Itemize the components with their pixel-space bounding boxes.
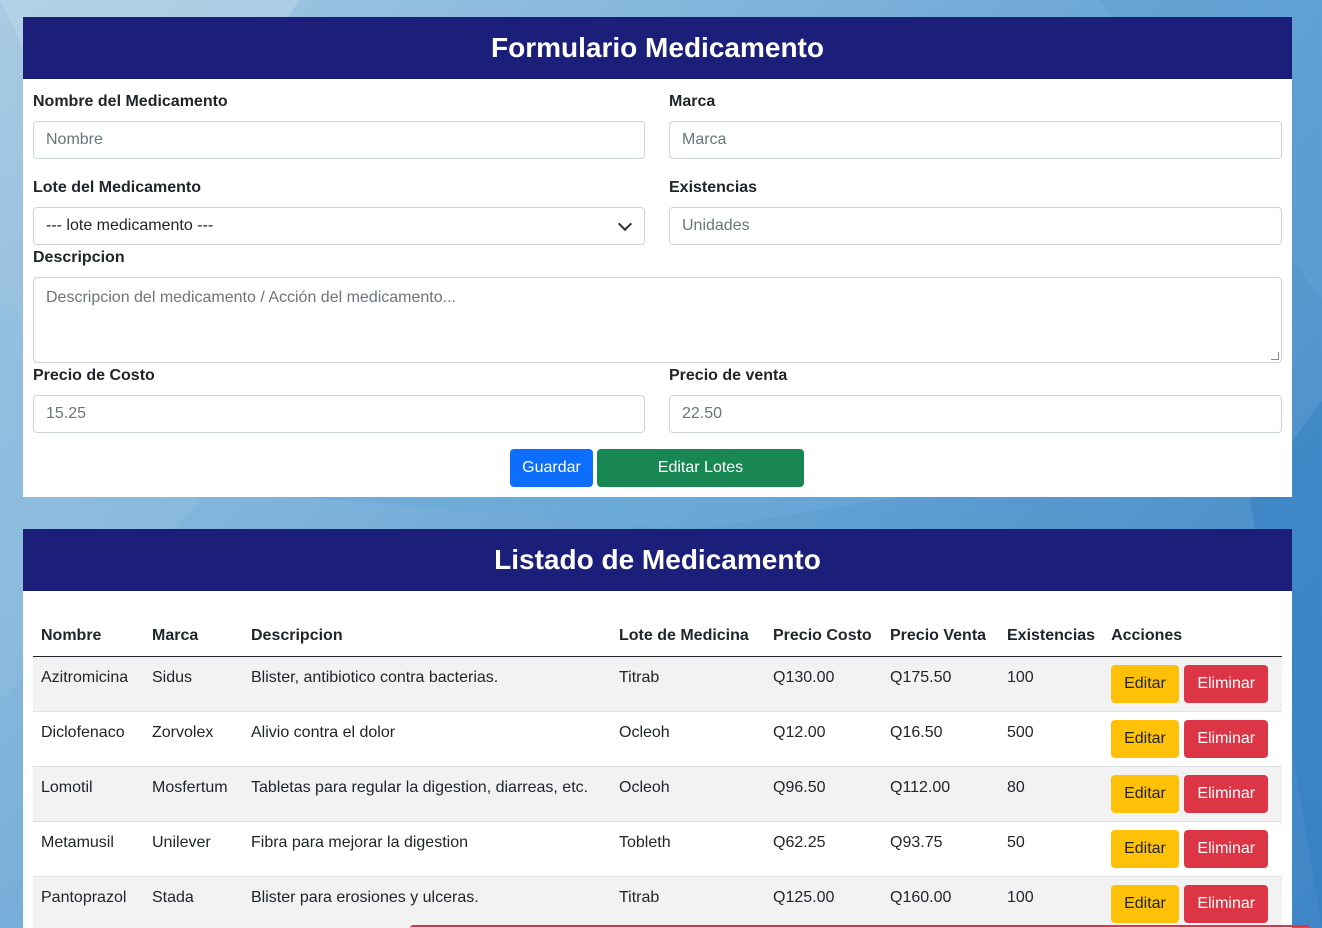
cell-existencias: 500 <box>999 711 1104 767</box>
delete-button[interactable]: Eliminar <box>1184 829 1269 868</box>
nombre-label: Nombre del Medicamento <box>33 93 228 110</box>
cell-nombre: Metamusil <box>33 821 144 877</box>
cell-nombre: Pantoprazol <box>33 876 144 928</box>
cell-descripcion: Blister, antibiotico contra bacterias. <box>243 656 611 712</box>
resize-handle-icon[interactable] <box>1271 352 1279 360</box>
cell-venta: Q175.50 <box>882 656 999 712</box>
column-header: Marca <box>144 617 243 657</box>
cell-venta: Q93.75 <box>882 821 999 877</box>
delete-button[interactable]: Eliminar <box>1184 664 1269 703</box>
table-row: Azitromicina Sidus Blister, antibiotico … <box>33 656 1282 712</box>
save-button[interactable]: Guardar <box>510 449 593 487</box>
venta-input[interactable]: 22.50 <box>669 395 1282 433</box>
descripcion-placeholder: Descripcion del medicamento / Acción del… <box>46 289 456 306</box>
existencias-label: Existencias <box>669 179 758 196</box>
cell-descripcion: Tabletas para regular la digestion, diar… <box>243 766 611 822</box>
cell-actions: Editar Eliminar <box>1103 821 1282 877</box>
medication-table: Nombre Marca Descripcion Lote de Medicin… <box>33 617 1282 928</box>
lote-select[interactable]: --- lote medicamento --- <box>33 207 645 245</box>
column-header: Existencias <box>999 617 1104 657</box>
cell-lote: Titrab <box>611 876 765 928</box>
descripcion-label: Descripcion <box>33 249 125 266</box>
column-header: Precio Costo <box>765 617 882 657</box>
cell-descripcion: Blister para erosiones y ulceras. <box>243 876 611 928</box>
cell-costo: Q130.00 <box>765 656 882 712</box>
cell-marca: Mosfertum <box>144 766 243 822</box>
edit-button[interactable]: Editar <box>1111 829 1179 868</box>
marca-input[interactable]: Marca <box>669 121 1282 159</box>
cell-venta: Q16.50 <box>882 711 999 767</box>
marca-label: Marca <box>669 93 716 110</box>
cell-marca: Zorvolex <box>144 711 243 767</box>
costo-label: Precio de Costo <box>33 367 155 384</box>
cell-actions: Editar Eliminar <box>1103 656 1282 712</box>
cell-existencias: 80 <box>999 766 1104 822</box>
cell-existencias: 50 <box>999 821 1104 877</box>
table-row: Pantoprazol Stada Blister para erosiones… <box>33 876 1282 928</box>
cell-costo: Q62.25 <box>765 821 882 877</box>
cell-nombre: Azitromicina <box>33 656 144 712</box>
column-header: Precio Venta <box>882 617 999 657</box>
cell-descripcion: Alivio contra el dolor <box>243 711 611 767</box>
cell-costo: Q12.00 <box>765 711 882 767</box>
form-title: Formulario Medicamento <box>23 17 1292 79</box>
column-header: Nombre <box>33 617 144 657</box>
cell-marca: Sidus <box>144 656 243 712</box>
venta-label: Precio de venta <box>669 367 788 384</box>
edit-button[interactable]: Editar <box>1111 884 1179 923</box>
edit-lotes-button[interactable]: Editar Lotes <box>597 449 804 487</box>
cell-lote: Titrab <box>611 656 765 712</box>
table-header-row: Nombre Marca Descripcion Lote de Medicin… <box>33 617 1282 657</box>
cell-nombre: Lomotil <box>33 766 144 822</box>
cell-costo: Q125.00 <box>765 876 882 928</box>
lote-label: Lote del Medicamento <box>33 179 202 196</box>
cell-existencias: 100 <box>999 876 1104 928</box>
column-header: Lote de Medicina <box>611 617 765 657</box>
cell-marca: Stada <box>144 876 243 928</box>
table-row: Metamusil Unilever Fibra para mejorar la… <box>33 821 1282 877</box>
cell-venta: Q112.00 <box>882 766 999 822</box>
list-title: Listado de Medicamento <box>23 529 1292 591</box>
delete-button[interactable]: Eliminar <box>1184 774 1269 813</box>
cell-marca: Unilever <box>144 821 243 877</box>
table-row: Lomotil Mosfertum Tabletas para regular … <box>33 766 1282 822</box>
medication-form-card: Formulario Medicamento Nombre del Medica… <box>23 17 1292 497</box>
edit-button[interactable]: Editar <box>1111 719 1179 758</box>
delete-button[interactable]: Eliminar <box>1184 884 1269 923</box>
nombre-input[interactable]: Nombre <box>33 121 645 159</box>
descripcion-textarea[interactable]: Descripcion del medicamento / Acción del… <box>33 277 1282 363</box>
existencias-input[interactable]: Unidades <box>669 207 1282 245</box>
lote-select-value: --- lote medicamento --- <box>46 217 214 234</box>
cell-lote: Ocleoh <box>611 766 765 822</box>
cell-costo: Q96.50 <box>765 766 882 822</box>
costo-input[interactable]: 15.25 <box>33 395 645 433</box>
cell-descripcion: Fibra para mejorar la digestion <box>243 821 611 877</box>
cell-actions: Editar Eliminar <box>1103 766 1282 822</box>
cell-nombre: Diclofenaco <box>33 711 144 767</box>
cell-lote: Tobleth <box>611 821 765 877</box>
chevron-down-icon <box>617 216 633 232</box>
medication-list-card: Listado de Medicamento Nombre Marca Desc… <box>23 529 1292 928</box>
delete-button[interactable]: Eliminar <box>1184 719 1269 758</box>
edit-button[interactable]: Editar <box>1111 664 1179 703</box>
cell-actions: Editar Eliminar <box>1103 876 1282 928</box>
cell-actions: Editar Eliminar <box>1103 711 1282 767</box>
column-header: Descripcion <box>243 617 611 657</box>
cell-venta: Q160.00 <box>882 876 999 928</box>
edit-button[interactable]: Editar <box>1111 774 1179 813</box>
cell-existencias: 100 <box>999 656 1104 712</box>
cell-lote: Ocleoh <box>611 711 765 767</box>
column-header: Acciones <box>1103 617 1282 657</box>
table-row: Diclofenaco Zorvolex Alivio contra el do… <box>33 711 1282 767</box>
